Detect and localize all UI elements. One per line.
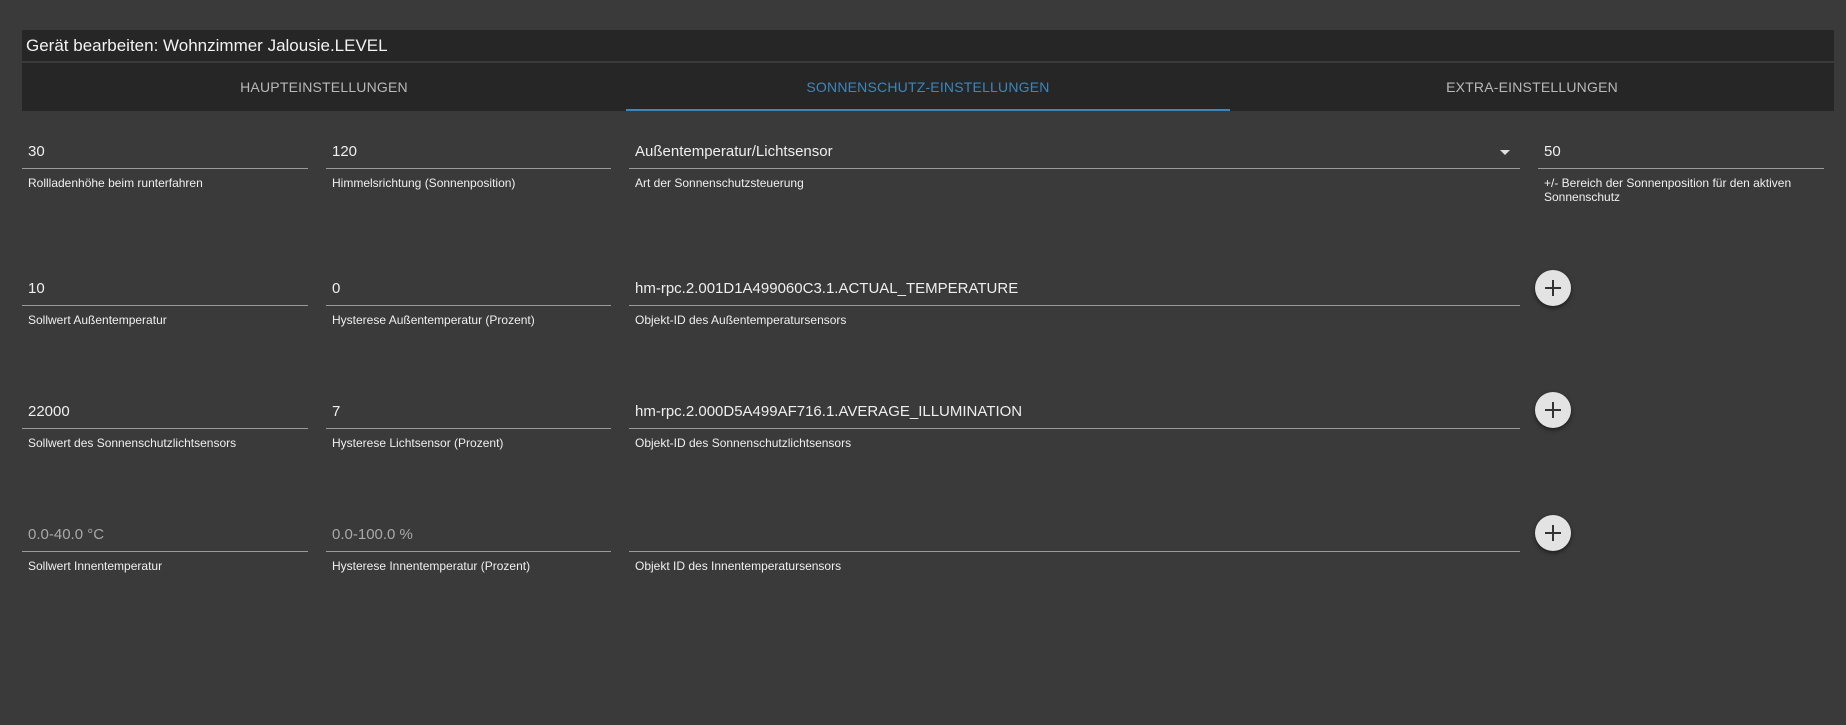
sun-range-label: +/- Bereich der Sonnenposition für den a… (1544, 176, 1792, 204)
inside-temp-sensor-field: Objekt ID des Innentemperatursensors (629, 518, 1520, 573)
plus-icon (1545, 402, 1561, 418)
light-hysteresis-field: 7 Hysterese Lichtsensor (Prozent) (326, 395, 611, 450)
outside-temp-sensor-field: hm-rpc.2.001D1A499060C3.1.ACTUAL_TEMPERA… (629, 272, 1520, 327)
inside-temp-setpoint-input[interactable]: 0.0-40.0 °C (22, 518, 308, 552)
light-hysteresis-label: Hysterese Lichtsensor (Prozent) (332, 436, 504, 450)
inside-temp-hysteresis-label: Hysterese Innentemperatur (Prozent) (332, 559, 531, 573)
light-setpoint-label: Sollwert des Sonnenschutzlichtsensors (28, 436, 237, 450)
outside-temp-sensor-input[interactable]: hm-rpc.2.001D1A499060C3.1.ACTUAL_TEMPERA… (629, 272, 1520, 306)
tab-main-settings[interactable]: HAUPTEINSTELLUNGEN (22, 63, 626, 111)
light-hysteresis-input[interactable]: 7 (326, 395, 611, 429)
light-setpoint-field: 22000 Sollwert des Sonnenschutzlichtsens… (22, 395, 308, 450)
direction-label: Himmelsrichtung (Sonnenposition) (332, 176, 516, 190)
light-sensor-label: Objekt-ID des Sonnenschutzlichtsensors (635, 436, 852, 450)
inside-temp-setpoint-field: 0.0-40.0 °C Sollwert Innentemperatur (22, 518, 308, 573)
inside-temp-hysteresis-input[interactable]: 0.0-100.0 % (326, 518, 611, 552)
select-light-sensor-button[interactable] (1535, 392, 1571, 428)
control-type-field: Außentemperatur/Lichtsensor Art der Sonn… (629, 135, 1520, 190)
direction-input[interactable]: 120 (326, 135, 611, 169)
shutter-height-label: Rollladenhöhe beim runterfahren (28, 176, 203, 190)
chevron-down-icon (1500, 150, 1510, 155)
inside-temp-setpoint-label: Sollwert Innentemperatur (28, 559, 163, 573)
control-type-label: Art der Sonnenschutzsteuerung (635, 176, 804, 190)
outside-temp-sensor-label: Objekt-ID des Außentemperatursensors (635, 313, 847, 327)
shutter-height-field: 30 Rollladenhöhe beim runterfahren (22, 135, 308, 190)
light-sensor-field: hm-rpc.2.000D5A499AF716.1.AVERAGE_ILLUMI… (629, 395, 1520, 450)
tab-sun-protection-settings[interactable]: SONNENSCHUTZ-EINSTELLUNGEN (626, 63, 1230, 111)
sun-range-input[interactable]: 50 (1538, 135, 1824, 169)
select-inside-temp-sensor-button[interactable] (1535, 515, 1571, 551)
shutter-height-input[interactable]: 30 (22, 135, 308, 169)
inside-temp-sensor-label: Objekt ID des Innentemperatursensors (635, 559, 842, 573)
control-type-value: Außentemperatur/Lichtsensor (635, 143, 833, 160)
light-sensor-input[interactable]: hm-rpc.2.000D5A499AF716.1.AVERAGE_ILLUMI… (629, 395, 1520, 429)
control-type-select[interactable]: Außentemperatur/Lichtsensor (629, 135, 1520, 169)
outside-temp-setpoint-field: 10 Sollwert Außentemperatur (22, 272, 308, 327)
outside-temp-setpoint-label: Sollwert Außentemperatur (28, 313, 167, 327)
plus-icon (1545, 280, 1561, 296)
outside-temp-hysteresis-input[interactable]: 0 (326, 272, 611, 306)
light-setpoint-input[interactable]: 22000 (22, 395, 308, 429)
outside-temp-hysteresis-label: Hysterese Außentemperatur (Prozent) (332, 313, 535, 327)
tab-extra-settings[interactable]: EXTRA-EINSTELLUNGEN (1230, 63, 1834, 111)
select-outside-temp-sensor-button[interactable] (1535, 270, 1571, 306)
dialog-title: Gerät bearbeiten: Wohnzimmer Jalousie.LE… (22, 30, 1834, 61)
inside-temp-sensor-input[interactable] (629, 518, 1520, 552)
plus-icon (1545, 525, 1561, 541)
outside-temp-hysteresis-field: 0 Hysterese Außentemperatur (Prozent) (326, 272, 611, 327)
direction-field: 120 Himmelsrichtung (Sonnenposition) (326, 135, 611, 190)
sun-range-field: 50 +/- Bereich der Sonnenposition für de… (1538, 135, 1824, 204)
outside-temp-setpoint-input[interactable]: 10 (22, 272, 308, 306)
inside-temp-hysteresis-field: 0.0-100.0 % Hysterese Innentemperatur (P… (326, 518, 611, 573)
tab-bar: HAUPTEINSTELLUNGEN SONNENSCHUTZ-EINSTELL… (22, 63, 1834, 111)
